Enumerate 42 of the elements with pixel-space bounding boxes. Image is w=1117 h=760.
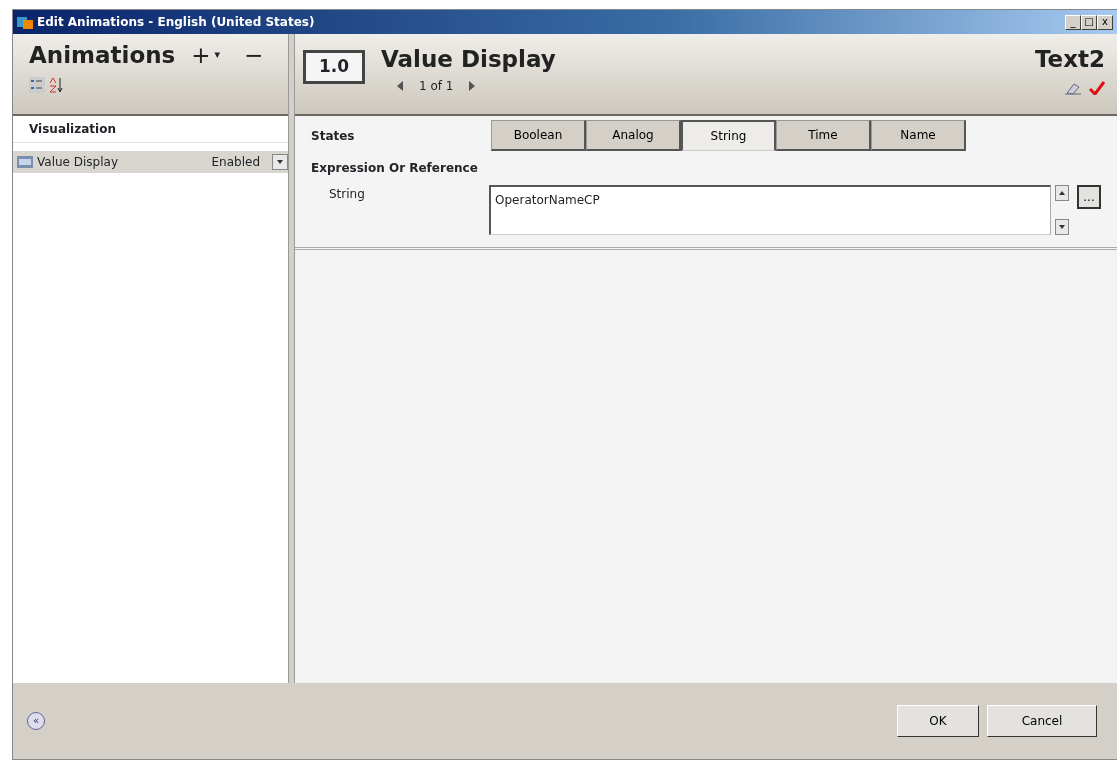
maximize-button[interactable]: □ <box>1081 14 1097 30</box>
status-text: Enabled <box>211 154 260 171</box>
caret-icon[interactable]: ▾ <box>214 47 221 64</box>
value-display-icon <box>17 156 33 168</box>
scroll-up-button[interactable] <box>1055 185 1069 201</box>
dropdown-button[interactable] <box>272 154 288 170</box>
sort-icon[interactable] <box>49 76 63 93</box>
minimize-button[interactable]: _ <box>1065 14 1081 30</box>
states-label: States <box>311 127 356 145</box>
browse-button[interactable]: ... <box>1077 185 1101 209</box>
app-icon <box>17 15 33 29</box>
state-tab[interactable]: Name <box>871 120 966 151</box>
object-name: Text2 <box>1034 45 1105 74</box>
scroll-down-button[interactable] <box>1055 219 1069 235</box>
state-tab[interactable]: Analog <box>586 120 681 151</box>
section-label: Expression Or Reference <box>310 160 479 177</box>
up-arrow-icon <box>1059 191 1065 196</box>
expression-field[interactable]: OperatorNameCP <box>489 185 1051 235</box>
checkmark-icon[interactable] <box>1089 80 1105 95</box>
panel-title: Animations <box>29 41 176 70</box>
next-icon[interactable] <box>469 80 476 91</box>
categorized-icon[interactable] <box>29 76 45 93</box>
pager-text: 1 of 1 <box>419 77 454 95</box>
animation-name: Value Display <box>37 154 119 171</box>
close-button[interactable]: x <box>1097 14 1113 30</box>
field-label: String <box>329 186 366 203</box>
value-display-icon: 1.0 <box>303 50 365 84</box>
add-button[interactable]: + <box>191 38 211 73</box>
ok-button[interactable]: OK <box>897 705 979 737</box>
down-arrow-icon <box>277 160 283 165</box>
remove-button[interactable]: − <box>244 38 264 73</box>
previous-icon[interactable] <box>397 80 403 91</box>
animation-row[interactable]: Value Display Enabled <box>13 151 288 173</box>
down-arrow-icon <box>1059 225 1065 230</box>
state-tab[interactable]: Time <box>776 120 871 151</box>
cancel-button[interactable]: Cancel <box>987 705 1097 737</box>
animation-title: Value Display <box>381 45 556 74</box>
state-tab[interactable]: Boolean <box>491 120 586 151</box>
state-tab[interactable]: String <box>681 120 776 151</box>
group-header: Visualization <box>13 116 288 143</box>
window-title: Edit Animations - English (United States) <box>37 14 315 31</box>
collapse-button[interactable]: « <box>27 712 45 730</box>
